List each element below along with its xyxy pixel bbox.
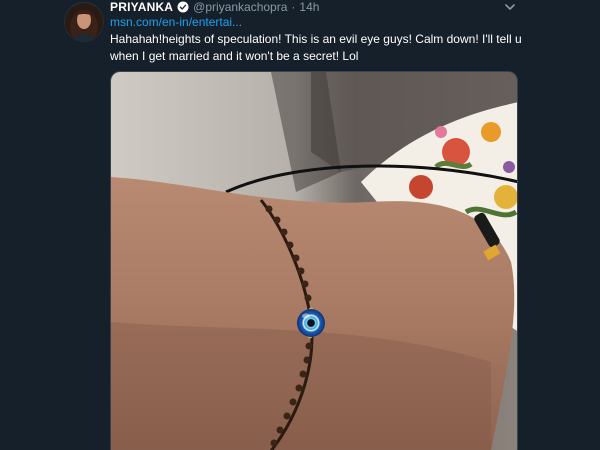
tweet-card: PRIYANKA @priyankachopra · 14h msn.com/e…: [0, 0, 600, 450]
display-name[interactable]: PRIYANKA: [110, 0, 173, 14]
tweet-text: Hahahah!heights of speculation! This is …: [110, 32, 522, 63]
article-link[interactable]: msn.com/en-in/entertai...: [110, 15, 242, 29]
timestamp[interactable]: 14h: [299, 0, 319, 14]
user-handle[interactable]: @priyankachopra: [193, 0, 287, 14]
tweet-header: PRIYANKA @priyankachopra · 14h: [110, 0, 319, 14]
avatar[interactable]: [64, 2, 104, 42]
verified-badge-icon: [177, 1, 189, 13]
chevron-down-icon[interactable]: [503, 0, 517, 14]
avatar-portrait: [65, 3, 103, 41]
photo-wrist-bracelet: [111, 72, 517, 450]
tweet-photo[interactable]: [110, 71, 518, 450]
separator-dot: ·: [291, 0, 296, 14]
